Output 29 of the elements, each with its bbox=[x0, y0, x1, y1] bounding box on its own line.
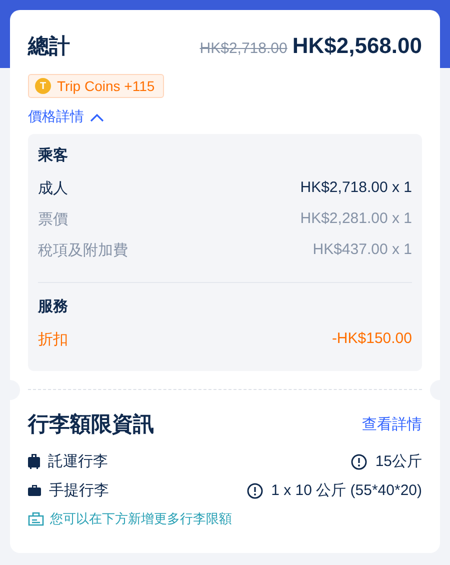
section-title: 服務 bbox=[38, 297, 69, 316]
view-details-link[interactable]: 查看詳情 bbox=[362, 414, 422, 434]
info-icon bbox=[351, 454, 368, 470]
coin-icon: T bbox=[35, 78, 51, 94]
chevron-icon bbox=[90, 112, 104, 122]
suitcase-icon bbox=[28, 454, 40, 469]
total-label: 總計 bbox=[28, 34, 70, 60]
price-details-toggle[interactable]: 價格詳情 bbox=[28, 108, 104, 126]
briefcase-icon bbox=[28, 485, 41, 496]
luggage-tag-icon bbox=[28, 512, 44, 526]
total-price: HK$2,568.00 bbox=[292, 33, 422, 59]
baggage-allowance: 15公斤 bbox=[375, 452, 422, 471]
baggage-allowance: 1 x 10 公斤 (55*40*20) bbox=[271, 481, 422, 500]
price-label: 稅項及附加費 bbox=[38, 241, 128, 260]
price-value: HK$437.00 x 1 bbox=[312, 241, 412, 260]
price-value: HK$2,281.00 x 1 bbox=[300, 210, 412, 229]
baggage-title: 行李額限資訊 bbox=[28, 412, 154, 438]
trip-coins-text: Trip Coins +115 bbox=[57, 78, 155, 94]
price-label: 票價 bbox=[38, 210, 68, 229]
price-label: 成人 bbox=[38, 179, 68, 198]
info-icon bbox=[247, 482, 264, 498]
original-price: HK$2,718.00 bbox=[200, 40, 288, 57]
section-title: 乘客 bbox=[38, 146, 69, 165]
price-value: HK$2,718.00 x 1 bbox=[300, 179, 412, 198]
price-label: 折扣 bbox=[38, 330, 68, 349]
baggage-type: 手提行李 bbox=[49, 481, 109, 500]
price-value: -HK$150.00 bbox=[332, 330, 412, 349]
baggage-type: 託運行李 bbox=[48, 452, 108, 471]
baggage-note: 您可以在下方新增更多行李限額 bbox=[50, 510, 232, 528]
